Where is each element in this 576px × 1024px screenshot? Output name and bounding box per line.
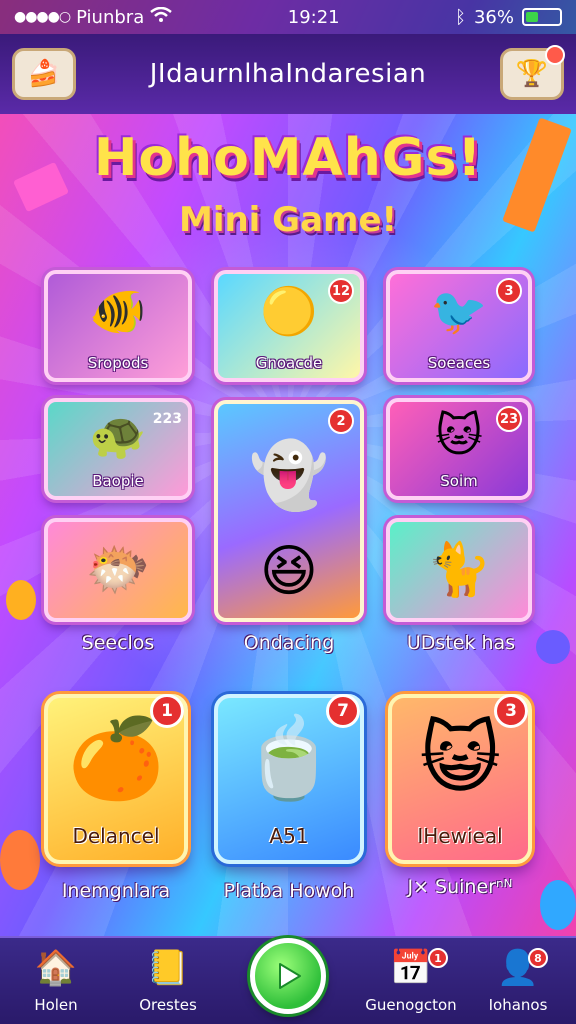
profile-icon: 👤 [496, 948, 540, 988]
featured-game-label: Delancel [72, 824, 160, 848]
game-card-featured[interactable]: 👻 😆 2 [214, 400, 364, 622]
game-card-2[interactable]: 🟡 Gnoacde 12 [214, 270, 364, 382]
calendar-icon: 📅 [389, 948, 433, 988]
tab-label: Guenogcton [365, 996, 457, 1014]
game-card-badge: 2 [328, 408, 354, 434]
game-card-badge: 223 [152, 411, 182, 427]
book-icon: 📒 [146, 948, 190, 988]
game-card-4[interactable]: 🐢 Baopie 223 [44, 398, 192, 500]
game-card-badge: 12 [328, 278, 354, 304]
game-card-6[interactable]: 🐡 [44, 518, 192, 622]
fruit-icon: 🍊 [67, 714, 165, 804]
featured-caption-2: Platba Howoh [223, 880, 355, 902]
featured-game-1[interactable]: 🍊 Delancel 1 [44, 694, 188, 864]
turtle-icon: 🐢 [89, 408, 147, 462]
menu-button[interactable]: 🍰 [12, 48, 76, 100]
trophy-icon: 🏆 [515, 59, 549, 89]
house-icon: 🏠 [34, 948, 78, 988]
status-right: ᛒ 36% [455, 7, 562, 28]
fish-icon: 🐠 [89, 284, 147, 338]
signal-icon: ●●●●○ [14, 9, 71, 25]
game-card-label: Baopie [92, 472, 144, 490]
cat-icon: 🐱 [435, 408, 483, 462]
fish-icon: 🐡 [85, 540, 151, 600]
featured-game-badge: 3 [494, 694, 528, 728]
section-label-left: Seeclos [81, 632, 155, 654]
game-card-3[interactable]: 🐦 Soeaces 3 [386, 270, 532, 382]
battery-percent: 36% [473, 6, 514, 28]
tab-schedule[interactable]: 📅 Guenogcton 1 [356, 946, 466, 1022]
tab-home[interactable]: 🏠 Holen [8, 946, 104, 1022]
confetti-piece [6, 580, 36, 620]
featured-game-2[interactable]: 🍵 A51 7 [214, 694, 364, 864]
game-card-1[interactable]: 🐠 Sropods [44, 270, 192, 382]
tab-label: Holen [34, 996, 78, 1014]
featured-game-badge: 7 [326, 694, 360, 728]
tab-label: Iohanos [488, 996, 548, 1014]
tab-badge: 8 [528, 948, 548, 968]
game-card-5[interactable]: 🐱 Soim 23 [386, 398, 532, 500]
game-logo-title: HohoMAhGs! [93, 128, 483, 188]
featured-game-label: A51 [269, 824, 309, 848]
ball-icon: 🟡 [260, 284, 318, 338]
featured-game-badge: 1 [150, 694, 184, 728]
tab-badge: 1 [428, 948, 448, 968]
game-card-label: Gnoacde [255, 354, 323, 372]
bird-icon: 🐦 [430, 284, 488, 338]
bluetooth-icon: ᛒ [455, 6, 466, 28]
rewards-button[interactable]: 🏆 [499, 45, 565, 100]
ghost-icon: 👻 [249, 439, 329, 513]
play-button[interactable] [250, 938, 326, 1014]
confetti-piece [0, 830, 40, 890]
smiley-icon: 😆 [259, 539, 319, 604]
carrier-name: Piunbra [76, 6, 145, 28]
status-time: 19:21 [287, 6, 340, 28]
cake-icon: 🍰 [27, 59, 61, 89]
section-label-center: Ondacing [243, 632, 335, 654]
tab-profile[interactable]: 👤 Iohanos 8 [470, 946, 566, 1022]
wifi-icon [150, 6, 173, 28]
game-card-7[interactable]: 🐈 [386, 518, 532, 622]
cat-icon: 😺 [419, 714, 501, 804]
tab-stories[interactable]: 📒 Orestes [120, 946, 216, 1022]
app-header: 🍰 JIdaurnlhaIndaresian 🏆 [0, 34, 576, 114]
play-icon [279, 963, 301, 989]
section-label-right: UDstek has [406, 632, 516, 654]
game-card-label: Sropods [87, 354, 149, 372]
game-card-badge: 23 [496, 406, 522, 432]
confetti-piece [540, 880, 576, 930]
tab-label: Orestes [139, 996, 197, 1014]
game-card-badge: 3 [496, 278, 522, 304]
game-card-label: Soeaces [427, 354, 491, 372]
featured-game-3[interactable]: 😺 IHewieal 3 [388, 694, 532, 864]
header-title: JIdaurnlhaIndaresian [149, 59, 427, 89]
status-bar: ●●●●○ Piunbra 19:21 ᛒ 36% [0, 0, 576, 34]
status-left: ●●●●○ Piunbra [14, 6, 173, 28]
featured-caption-3: J⨯ Suinerⁿᴺ [407, 876, 513, 898]
featured-caption-1: Inemgnlara [61, 880, 171, 902]
battery-icon [522, 8, 562, 26]
cat-icon: 🐈 [426, 540, 492, 600]
featured-game-label: IHewieal [417, 824, 503, 848]
battery-level [526, 12, 538, 22]
game-card-label: Soim [440, 472, 478, 490]
game-logo-subtitle: Mini Game! [178, 200, 398, 240]
cup-icon: 🍵 [240, 714, 338, 804]
notification-dot [544, 45, 565, 65]
